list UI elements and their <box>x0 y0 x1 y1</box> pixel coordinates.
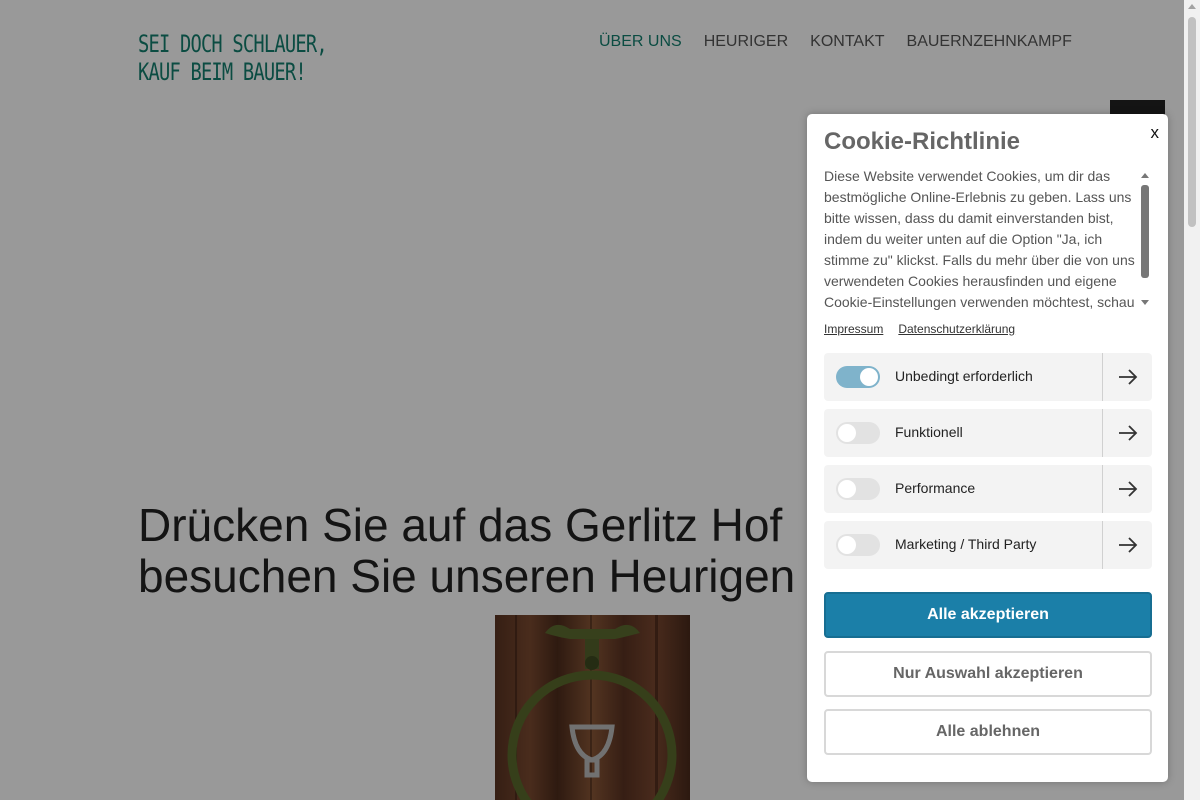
policy-scroll-thumb[interactable] <box>1141 185 1149 278</box>
category-label: Marketing / Third Party <box>895 536 1037 552</box>
category-label: Funktionell <box>895 424 963 440</box>
cookie-consent-dialog: x Cookie-Richtlinie Diese Website verwen… <box>807 114 1168 782</box>
cookie-category-required: Unbedingt erforderlich <box>824 353 1152 401</box>
category-label: Performance <box>895 480 976 496</box>
scroll-down-arrow-icon[interactable] <box>1141 300 1149 305</box>
policy-text-scrollbar[interactable] <box>1140 171 1150 307</box>
category-expand-button[interactable] <box>1102 353 1152 401</box>
arrow-right-icon <box>1118 369 1137 385</box>
reject-all-button[interactable]: Alle ablehnen <box>824 709 1152 755</box>
category-expand-button[interactable] <box>1102 465 1152 513</box>
accept-selection-button[interactable]: Nur Auswahl akzeptieren <box>824 651 1152 697</box>
toggle-knob <box>838 424 856 442</box>
toggle-knob <box>838 480 856 498</box>
cookie-dialog-title: Cookie-Richtlinie <box>824 128 1021 155</box>
cookie-category-performance: Performance <box>824 465 1152 513</box>
category-label: Unbedingt erforderlich <box>895 368 1033 384</box>
category-toggle[interactable] <box>836 366 880 388</box>
category-expand-button[interactable] <box>1102 521 1152 569</box>
category-expand-button[interactable] <box>1102 409 1152 457</box>
scroll-up-arrow-icon[interactable] <box>1141 173 1149 178</box>
arrow-right-icon <box>1118 481 1137 497</box>
impressum-link[interactable]: Impressum <box>824 322 883 336</box>
scroll-up-arrow-icon[interactable] <box>1188 4 1196 9</box>
cookie-category-marketing: Marketing / Third Party <box>824 521 1152 569</box>
category-toggle[interactable] <box>836 534 880 556</box>
cookie-category-functional: Funktionell <box>824 409 1152 457</box>
category-toggle[interactable] <box>836 478 880 500</box>
close-button[interactable]: x <box>1151 123 1160 143</box>
category-toggle[interactable] <box>836 422 880 444</box>
cookie-policy-text: Diese Website verwendet Cookies, um dir … <box>824 168 1135 310</box>
accept-all-button[interactable]: Alle akzeptieren <box>824 592 1152 638</box>
arrow-right-icon <box>1118 537 1137 553</box>
toggle-knob <box>838 536 856 554</box>
page-scrollbar[interactable] <box>1184 0 1200 800</box>
arrow-right-icon <box>1118 425 1137 441</box>
legal-links: Impressum Datenschutzerklärung <box>824 322 1015 336</box>
toggle-knob <box>860 368 878 386</box>
datenschutz-link[interactable]: Datenschutzerklärung <box>898 322 1015 336</box>
scrollbar-thumb[interactable] <box>1188 17 1196 227</box>
